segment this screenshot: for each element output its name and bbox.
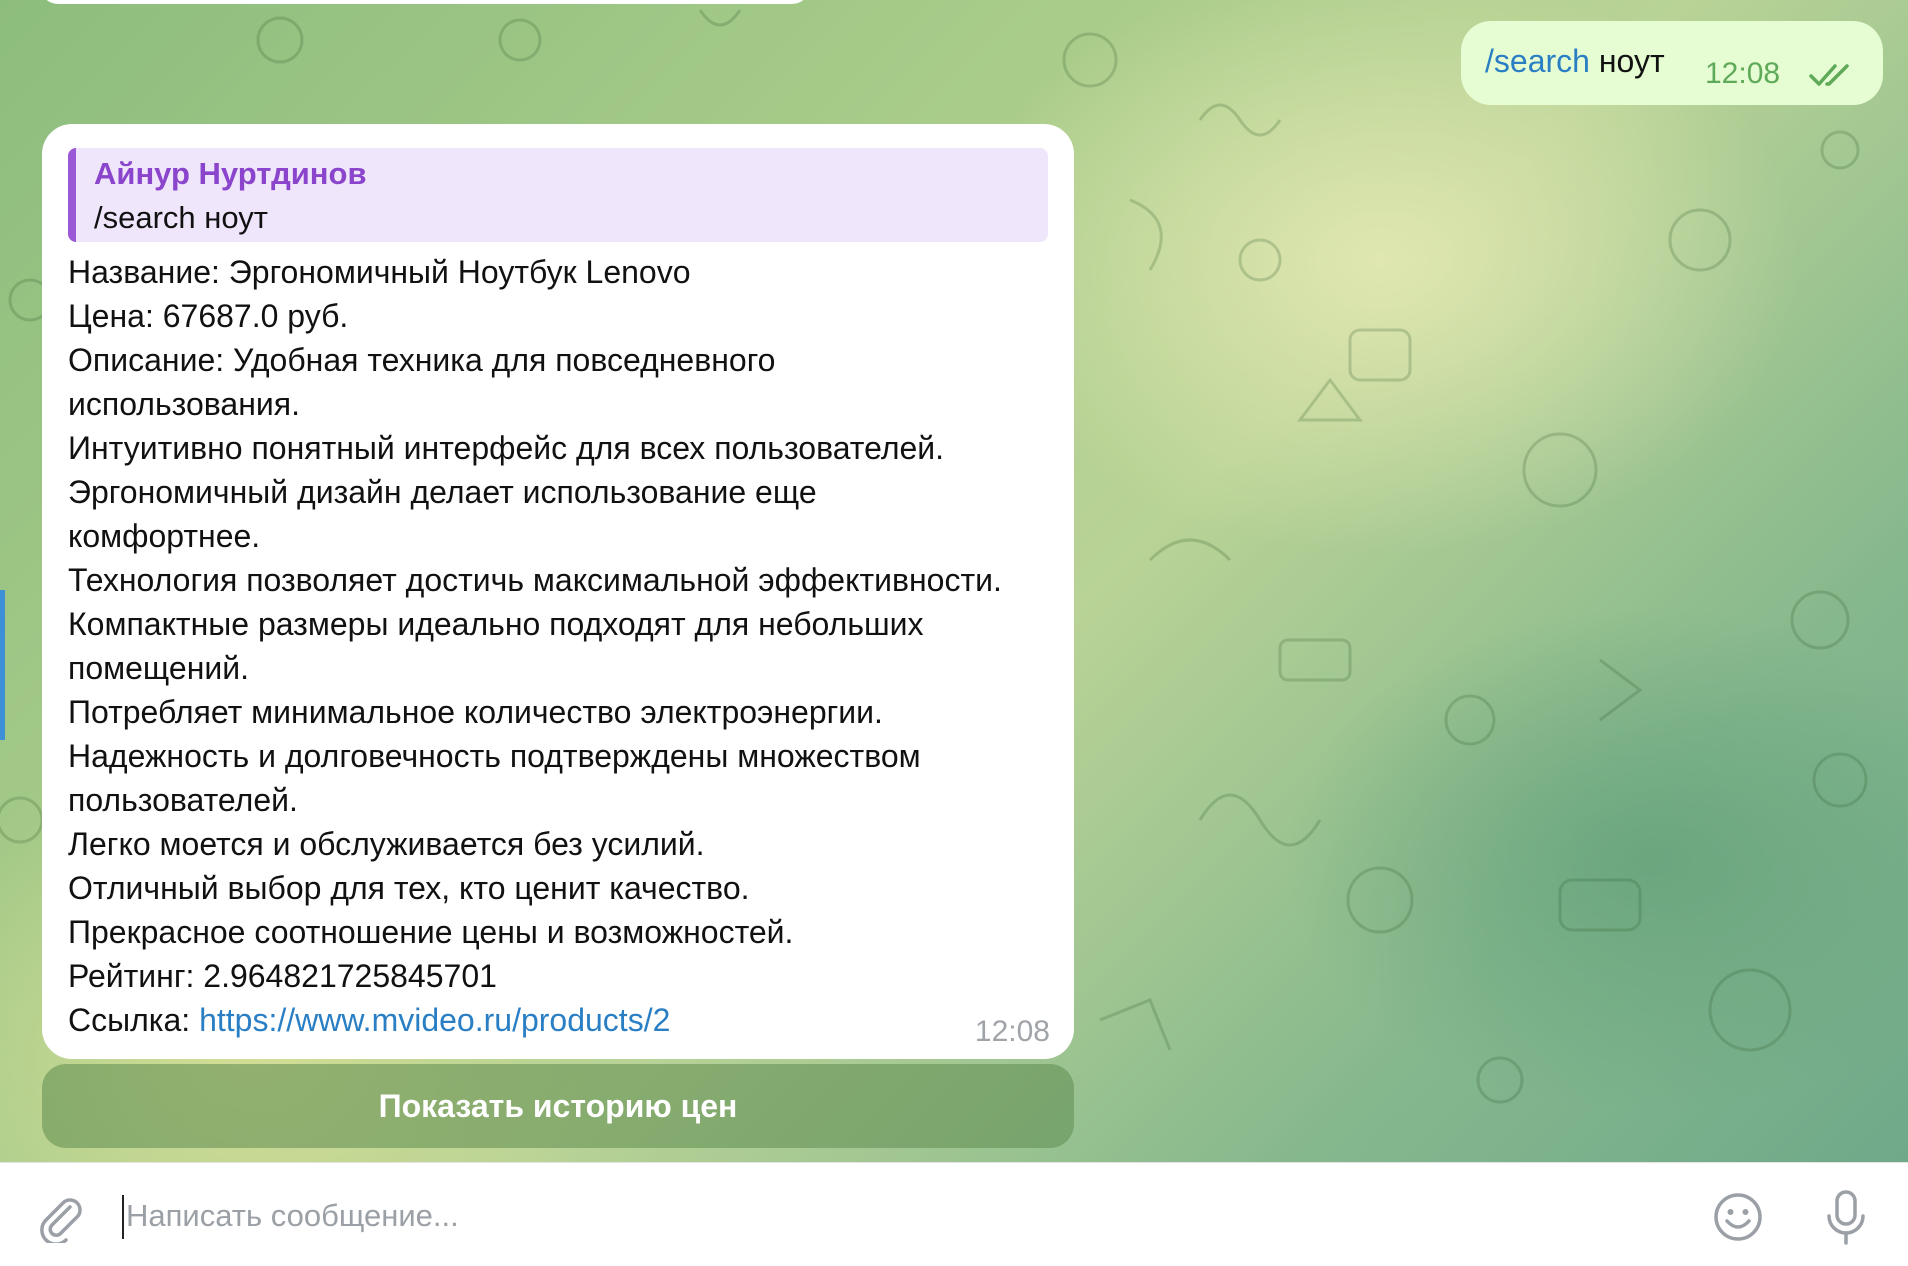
window-edge-indicator	[0, 590, 5, 740]
previous-message-bubble	[40, 0, 810, 4]
message-line: Легко моется и обслуживается без усилий.	[68, 826, 705, 862]
message-line: пользователей.	[68, 782, 298, 818]
message-line: помещений.	[68, 650, 249, 686]
message-body: Название: Эргономичный Ноутбук Lenovo Це…	[68, 250, 1058, 1042]
message-line: Цена: 67687.0 руб.	[68, 298, 349, 334]
message-line: Рейтинг: 2.964821725845701	[68, 958, 497, 994]
incoming-message-bubble[interactable]: Айнур Нуртдинов /search ноут Название: Э…	[42, 124, 1074, 1059]
message-line: Потребляет минимальное количество электр…	[68, 694, 883, 730]
message-line: Прекрасное соотношение цены и возможност…	[68, 914, 794, 950]
message-line: комфортнее.	[68, 518, 261, 554]
outgoing-message-time: 12:08	[1705, 57, 1781, 90]
outgoing-message-bubble[interactable]: /search ноут 12:08	[1461, 21, 1883, 105]
message-link-line: Ссылка: https://www.mvideo.ru/products/2	[68, 998, 1058, 1042]
text-caret	[122, 1195, 124, 1239]
message-line: Эргономичный дизайн делает использование…	[68, 474, 817, 510]
show-price-history-button[interactable]: Показать историю цен	[42, 1064, 1074, 1148]
message-composer	[0, 1162, 1908, 1266]
message-input[interactable]	[126, 1185, 1626, 1247]
message-line: Технология позволяет достичь максимально…	[68, 562, 1002, 598]
message-line: Интуитивно понятный интерфейс для всех п…	[68, 430, 945, 466]
reply-preview[interactable]: Айнур Нуртдинов /search ноут	[68, 148, 1048, 242]
message-line: Отличный выбор для тех, кто ценит качест…	[68, 870, 750, 906]
message-line: Надежность и долговечность подтверждены …	[68, 738, 921, 774]
incoming-message-time: 12:08	[974, 1015, 1050, 1048]
outgoing-message-query: ноут	[1598, 43, 1665, 79]
outgoing-message-text: /search ноут	[1485, 43, 1665, 80]
bot-command-link[interactable]: /search	[1485, 43, 1590, 79]
microphone-icon[interactable]	[1820, 1189, 1872, 1247]
message-line: Название: Эргономичный Ноутбук Lenovo	[68, 254, 691, 290]
message-line: Описание: Удобная техника для повседневн…	[68, 342, 776, 378]
chat-background: /search ноут 12:08 Айнур Нуртдинов /sear…	[0, 0, 1908, 1162]
product-link[interactable]: https://www.mvideo.ru/products/2	[199, 1002, 670, 1038]
reply-author: Айнур Нуртдинов	[94, 156, 367, 191]
smiley-icon[interactable]	[1712, 1191, 1764, 1243]
link-label: Ссылка:	[68, 1002, 200, 1038]
message-line: использования.	[68, 386, 300, 422]
paperclip-icon[interactable]	[36, 1193, 86, 1243]
reply-text: /search ноут	[94, 200, 268, 235]
double-check-icon	[1809, 64, 1849, 86]
message-line: Компактные размеры идеально подходят для…	[68, 606, 924, 642]
